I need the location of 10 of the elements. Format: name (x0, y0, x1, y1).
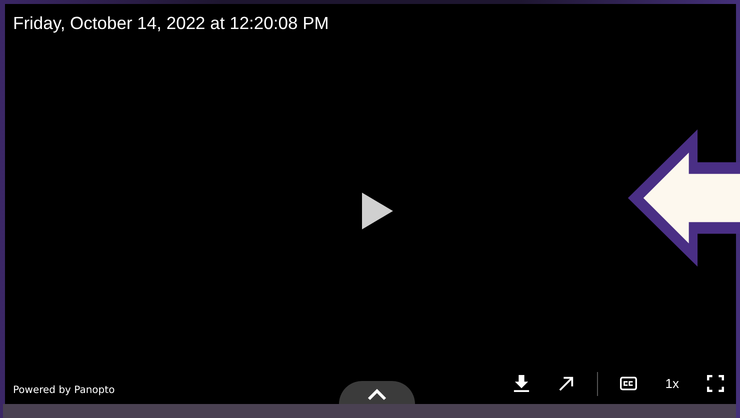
fullscreen-icon[interactable] (707, 375, 724, 392)
branding-text: Powered by Panopto (13, 384, 115, 396)
expand-button[interactable] (339, 381, 415, 404)
captions-icon[interactable] (620, 375, 638, 392)
arrow-icon[interactable] (558, 375, 576, 392)
download-icon[interactable] (513, 375, 530, 392)
chevron-up-icon (367, 389, 387, 401)
play-icon[interactable] (362, 192, 393, 230)
speed-button[interactable]: 1x (665, 376, 679, 391)
video-timestamp: Friday, October 14, 2022 at 12:20:08 PM (12, 12, 330, 34)
